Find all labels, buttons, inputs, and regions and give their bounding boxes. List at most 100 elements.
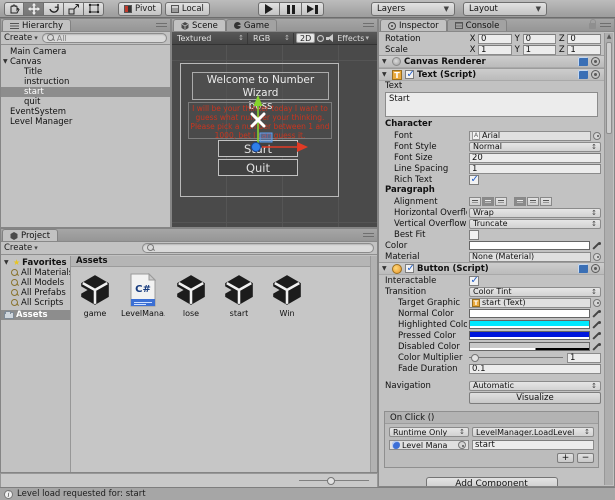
asset-win[interactable]: Win [265,273,309,318]
asset-game[interactable]: game [73,273,117,318]
eyedropper-icon[interactable] [592,342,601,351]
hand-tool-button[interactable] [4,2,24,16]
project-search-input[interactable] [142,243,374,253]
font-size-field[interactable]: 20 [469,153,601,163]
panel-menu-icon[interactable] [600,23,611,29]
slider-thumb[interactable] [327,477,335,485]
rotation-y-field[interactable]: 0 [523,34,557,44]
eyedropper-icon[interactable] [592,241,601,250]
gear-icon[interactable] [591,70,600,79]
button-enabled-checkbox[interactable] [405,264,414,273]
horizontal-overflow-dropdown[interactable]: Wrap↕ [469,208,601,218]
hierarchy-item-eventsystem[interactable]: EventSystem [1,107,170,117]
canvas-renderer-header[interactable]: ▼ Canvas Renderer [379,55,604,68]
function-dropdown[interactable]: LevelManager.LoadLevel↕ [472,427,594,437]
normal-color-swatch[interactable] [469,309,590,318]
material-object-field[interactable]: None (Material) [469,252,591,262]
asset-lose[interactable]: lose [169,273,213,318]
mode-2d-toggle[interactable]: 2D [296,33,315,43]
pivot-toggle-button[interactable]: Pivot [118,2,162,16]
asset-zoom-slider[interactable] [299,480,369,481]
best-fit-checkbox[interactable] [469,230,479,240]
tab-hierarchy[interactable]: Hierarchy [2,19,71,31]
hierarchy-create-button[interactable]: Create ▾ [4,33,38,43]
hierarchy-item-canvas[interactable]: ▼Canvas [1,57,170,67]
runtime-mode-dropdown[interactable]: Runtime Only↕ [389,427,469,437]
align-left-button[interactable] [469,197,481,206]
project-vertical-scrollbar[interactable] [370,256,377,472]
align-right-button[interactable] [495,197,507,206]
panel-menu-icon[interactable] [363,23,374,29]
rotation-x-field[interactable]: 0 [478,34,512,44]
gear-icon[interactable] [591,57,600,66]
scale-y-field[interactable]: 1 [523,45,557,55]
argument-field[interactable]: start [472,440,594,450]
rich-text-checkbox[interactable] [469,175,479,185]
scale-tool-button[interactable] [64,2,84,16]
rect-tool-button[interactable] [84,2,104,16]
object-picker-icon[interactable] [593,132,601,140]
hierarchy-item-level-manager[interactable]: Level Manager [1,117,170,127]
foldout-icon[interactable]: ▼ [382,71,387,78]
move-tool-button[interactable] [24,2,44,16]
scene-audio-icon[interactable] [326,34,334,42]
vertical-overflow-dropdown[interactable]: Truncate↕ [469,219,601,229]
inspector-scrollbar[interactable]: ▲ [604,33,613,485]
hierarchy-item-main-camera[interactable]: Main Camera [1,47,170,57]
project-create-button[interactable]: Create ▾ [4,243,38,253]
asset-start[interactable]: start [217,273,261,318]
color-multiplier-field[interactable]: 1 [567,353,601,363]
assets-folder-item[interactable]: Assets [1,310,70,320]
layers-dropdown[interactable]: Layers ▼ [371,2,455,16]
object-picker-icon[interactable] [458,441,466,449]
transition-dropdown[interactable]: Color Tint↕ [469,287,601,297]
disabled-color-swatch[interactable] [469,342,590,351]
add-listener-button[interactable]: + [557,453,574,463]
render-channel-dropdown[interactable]: RGB ↕ [250,33,294,44]
hierarchy-item-title[interactable]: Title [1,67,170,77]
help-book-icon[interactable] [578,264,588,273]
tab-scene[interactable]: Scene [173,19,226,31]
gizmo-x-arrowhead[interactable] [297,142,308,152]
fade-duration-field[interactable]: 0.1 [469,364,601,374]
pressed-color-swatch[interactable] [469,331,590,340]
panel-menu-icon[interactable] [156,23,167,29]
button-component-header[interactable]: ▼ Button (Script) [379,262,604,275]
play-button[interactable] [258,2,280,16]
scene-lighting-icon[interactable] [317,35,324,42]
scale-z-field[interactable]: 1 [567,45,601,55]
color-multiplier-slider[interactable] [469,357,563,358]
favorites-root[interactable]: ▼ ★ Favorites [1,258,70,268]
help-book-icon[interactable] [578,70,588,79]
gizmo-rect-handle[interactable] [260,133,272,142]
tab-project[interactable]: Project [2,229,58,241]
font-style-dropdown[interactable]: Normal↕ [469,142,601,152]
hierarchy-search-input[interactable]: All [42,33,167,43]
foldout-icon[interactable]: ▼ [382,265,387,272]
hierarchy-item-quit[interactable]: quit [1,97,170,107]
font-object-field[interactable]: AArial [469,131,591,141]
remove-listener-button[interactable]: − [577,453,594,463]
interactable-checkbox[interactable] [469,276,479,286]
text-enabled-checkbox[interactable] [405,70,414,79]
effects-dropdown[interactable]: Effects ▾ [337,34,369,43]
gear-icon[interactable] [591,264,600,273]
target-object-field[interactable]: Level Mana [389,440,469,450]
line-spacing-field[interactable]: 1 [469,164,601,174]
add-component-button[interactable]: Add Component [426,477,558,486]
step-button[interactable] [302,2,324,16]
align-top-button[interactable] [514,197,526,206]
text-value-textarea[interactable]: Start [385,92,598,117]
hierarchy-item-instruction[interactable]: instruction [1,77,170,87]
asset-levelmanager-script[interactable]: C# LevelMana... [121,273,165,318]
gizmo-center-handle[interactable] [252,143,261,152]
eyedropper-icon[interactable] [592,320,601,329]
navigation-dropdown[interactable]: Automatic↕ [469,381,601,391]
align-center-button[interactable] [482,197,494,206]
tab-inspector[interactable]: Inspector [380,19,447,31]
scale-x-field[interactable]: 1 [478,45,512,55]
target-graphic-field[interactable]: Tstart (Text) [469,298,591,308]
text-color-swatch[interactable] [469,241,590,250]
slider-thumb[interactable] [471,354,479,362]
tab-game[interactable]: Game [226,19,277,31]
